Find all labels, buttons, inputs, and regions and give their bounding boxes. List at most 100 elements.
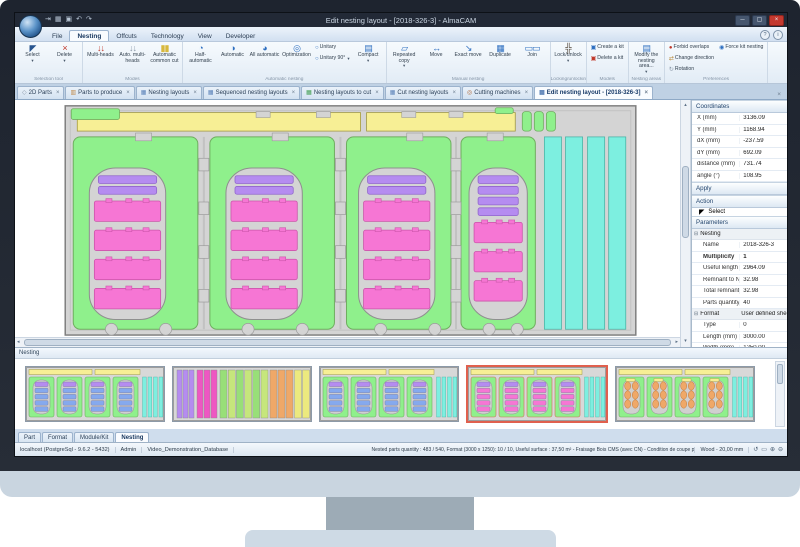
automatic-common-cut-button[interactable]: ▮▮Automatic common cut bbox=[149, 43, 180, 64]
thumbnails-scroll-thumb[interactable] bbox=[777, 364, 783, 384]
close-button[interactable]: × bbox=[769, 15, 784, 26]
param-row-multiplicity[interactable]: Multiplicity1 bbox=[692, 252, 787, 264]
canvas-horizontal-scrollbar[interactable]: ◂ ▸ bbox=[15, 337, 680, 347]
close-tab-icon[interactable]: × bbox=[525, 90, 529, 96]
scroll-left-icon[interactable]: ◂ bbox=[15, 338, 22, 347]
close-all-tabs-icon[interactable]: × bbox=[773, 91, 785, 99]
redo-icon[interactable]: ↷ bbox=[86, 15, 92, 25]
rotation-button[interactable]: ↻Rotation bbox=[667, 65, 716, 75]
minimize-button[interactable]: ─ bbox=[735, 15, 750, 26]
doc-tab-parts-to-produce[interactable]: ▥Parts to produce× bbox=[65, 86, 134, 99]
repeated-copy-button[interactable]: ▱Repeated copy▾ bbox=[389, 43, 420, 68]
change-direction-button[interactable]: ⇄Change direction bbox=[667, 54, 716, 64]
param-group-format[interactable]: ⊟FormatUser defined sheets bbox=[692, 309, 787, 320]
nesting-thumbnail-4[interactable] bbox=[466, 365, 608, 423]
coordinate-row-dy-mm[interactable]: dY (mm)692.09 bbox=[692, 148, 787, 160]
collapse-group-icon[interactable]: ⊟ bbox=[694, 232, 698, 237]
param-row-name[interactable]: Name2018-326-3 bbox=[692, 240, 787, 252]
maximize-button[interactable]: ▢ bbox=[752, 15, 767, 26]
menu-tab-file[interactable]: File bbox=[45, 31, 69, 41]
exact-move-button[interactable]: ↘Exact move bbox=[453, 43, 484, 59]
nesting-thumbnail-2[interactable] bbox=[172, 366, 312, 422]
select-button[interactable]: ◤Select▾ bbox=[17, 43, 48, 63]
param-row-type[interactable]: Type0 bbox=[692, 320, 787, 332]
menu-tab-nesting[interactable]: Nesting bbox=[69, 30, 109, 41]
close-tab-icon[interactable]: × bbox=[644, 90, 648, 96]
scroll-right-icon[interactable]: ▸ bbox=[673, 338, 680, 347]
nesting-thumbnail-1[interactable] bbox=[25, 366, 165, 422]
nesting-thumbnail-5[interactable] bbox=[615, 366, 755, 422]
lock-unlock-button[interactable]: ╬Lock/unlock▾ bbox=[553, 43, 584, 63]
create-a-kit-button[interactable]: ▣Create a kit bbox=[589, 43, 626, 53]
coordinate-row-y-mm[interactable]: Y (mm)1168.94 bbox=[692, 125, 787, 137]
nesting-canvas[interactable] bbox=[15, 100, 680, 337]
doc-tab-nesting-layouts[interactable]: ▦Nesting layouts× bbox=[136, 86, 202, 99]
menu-tab-developer[interactable]: Developer bbox=[219, 31, 263, 41]
param-row-remnant-to-nest[interactable]: Remnant to Nest32.98 bbox=[692, 275, 787, 287]
thumbnails-scrollbar[interactable] bbox=[775, 361, 785, 427]
menu-tab-offcuts[interactable]: Offcuts bbox=[109, 31, 143, 41]
close-tab-icon[interactable]: × bbox=[193, 90, 197, 96]
optimization-button[interactable]: ◎Optimization bbox=[281, 43, 312, 59]
horizontal-scroll-thumb[interactable] bbox=[24, 339, 672, 346]
menu-tab-technology[interactable]: Technology bbox=[144, 31, 191, 41]
close-tab-icon[interactable]: × bbox=[56, 90, 60, 96]
bottom-tab-module-kit[interactable]: Module/Kit bbox=[74, 432, 114, 442]
coordinate-row-distance-mm[interactable]: distance (mm)731.74 bbox=[692, 159, 787, 171]
move-button[interactable]: ↔Move bbox=[421, 43, 452, 59]
automatic-button[interactable]: ◑Automatic bbox=[217, 43, 248, 59]
menu-tab-view[interactable]: View bbox=[191, 31, 219, 41]
zoom-out-icon[interactable]: ⊖ bbox=[778, 446, 783, 453]
doc-tab-nesting-layouts-to-cut[interactable]: ▦Nesting layouts to cut× bbox=[301, 86, 384, 99]
grid-icon[interactable]: ▦ bbox=[55, 15, 62, 25]
forbid-overlaps-button[interactable]: ●Forbid overlaps bbox=[667, 43, 716, 53]
doc-tab-2d-parts[interactable]: ◇2D Parts× bbox=[17, 86, 64, 99]
doc-tab-sequenced-nesting-layouts[interactable]: ▦Sequenced nesting layouts× bbox=[203, 86, 300, 99]
doc-tab-edit-nesting-layout-2018-326-3[interactable]: ▦Edit nesting layout - [2018-326-3]× bbox=[534, 86, 653, 99]
force-kit-nesting-button[interactable]: ◉Force kit nesting bbox=[717, 43, 765, 53]
scroll-up-icon[interactable]: ▴ bbox=[684, 100, 687, 111]
help-icon[interactable]: ? bbox=[760, 30, 770, 40]
nesting-thumbnail-3[interactable] bbox=[319, 366, 459, 422]
doc-tab-cut-nesting-layouts[interactable]: ▦Cut nesting layouts× bbox=[385, 86, 461, 99]
bottom-tab-nesting[interactable]: Nesting bbox=[115, 432, 149, 442]
save-icon[interactable]: ▣ bbox=[66, 15, 73, 25]
refresh-view-icon[interactable]: ↺ bbox=[753, 446, 758, 453]
vertical-scroll-thumb[interactable] bbox=[682, 166, 689, 238]
close-tab-icon[interactable]: × bbox=[375, 90, 379, 96]
zoom-in-icon[interactable]: ⊕ bbox=[770, 446, 775, 453]
all-automatic-button[interactable]: ◕All automatic bbox=[249, 43, 280, 59]
delete-a-kit-button[interactable]: ▣Delete a kit bbox=[589, 54, 626, 64]
coordinates-section-header[interactable]: Coordinates bbox=[692, 100, 787, 113]
delete-button[interactable]: ×Delete▾ bbox=[49, 43, 80, 63]
canvas-vertical-scrollbar[interactable]: ▴ ▾ bbox=[680, 100, 691, 347]
compact-button[interactable]: ▤Compact▾ bbox=[353, 43, 384, 63]
collapse-group-icon[interactable]: ⊟ bbox=[694, 312, 698, 317]
duplicate-button[interactable]: ▦Duplicate bbox=[485, 43, 516, 59]
coordinate-row-x-mm[interactable]: X (mm)3136.09 bbox=[692, 113, 787, 125]
parameters-section-header[interactable]: Parameters bbox=[692, 216, 787, 229]
unitary-90-button[interactable]: ○Unitary 90°▾ bbox=[313, 54, 352, 64]
select-action[interactable]: ◤ Select bbox=[692, 208, 787, 216]
info-icon[interactable]: i bbox=[773, 30, 783, 40]
join-button[interactable]: ▭▭Join bbox=[517, 43, 548, 59]
coordinate-row-dx-mm[interactable]: dX (mm)-237.59 bbox=[692, 136, 787, 148]
auto-multi-heads-button[interactable]: ↓↓Auto. multi-heads bbox=[117, 43, 148, 64]
apply-section-header[interactable]: Apply bbox=[692, 182, 787, 195]
modify-the-nesting-area-button[interactable]: ▤Modify the nesting area...▾ bbox=[631, 43, 662, 74]
multi-heads-button[interactable]: ↓↓Multi-heads bbox=[85, 43, 116, 59]
undo-icon[interactable]: ↶ bbox=[76, 15, 82, 25]
doc-tab-cutting-machines[interactable]: ◎Cutting machines× bbox=[462, 86, 533, 99]
param-group-nesting[interactable]: ⊟Nesting bbox=[692, 229, 787, 240]
close-tab-icon[interactable]: × bbox=[292, 90, 296, 96]
bottom-tab-part[interactable]: Part bbox=[18, 432, 41, 442]
bottom-tab-format[interactable]: Format bbox=[42, 432, 73, 442]
half-automatic-button[interactable]: ◔Half-automatic bbox=[185, 43, 216, 64]
param-row-useful-length-mm[interactable]: Useful length (mm)2964.09 bbox=[692, 263, 787, 275]
action-section-header[interactable]: Action bbox=[692, 195, 787, 208]
unitary-button[interactable]: ○Unitary bbox=[313, 43, 352, 53]
coordinate-row-angle[interactable]: angle (°)108.95 bbox=[692, 171, 787, 183]
close-tab-icon[interactable]: × bbox=[452, 90, 456, 96]
scroll-down-icon[interactable]: ▾ bbox=[684, 336, 687, 347]
close-tab-icon[interactable]: × bbox=[126, 90, 130, 96]
